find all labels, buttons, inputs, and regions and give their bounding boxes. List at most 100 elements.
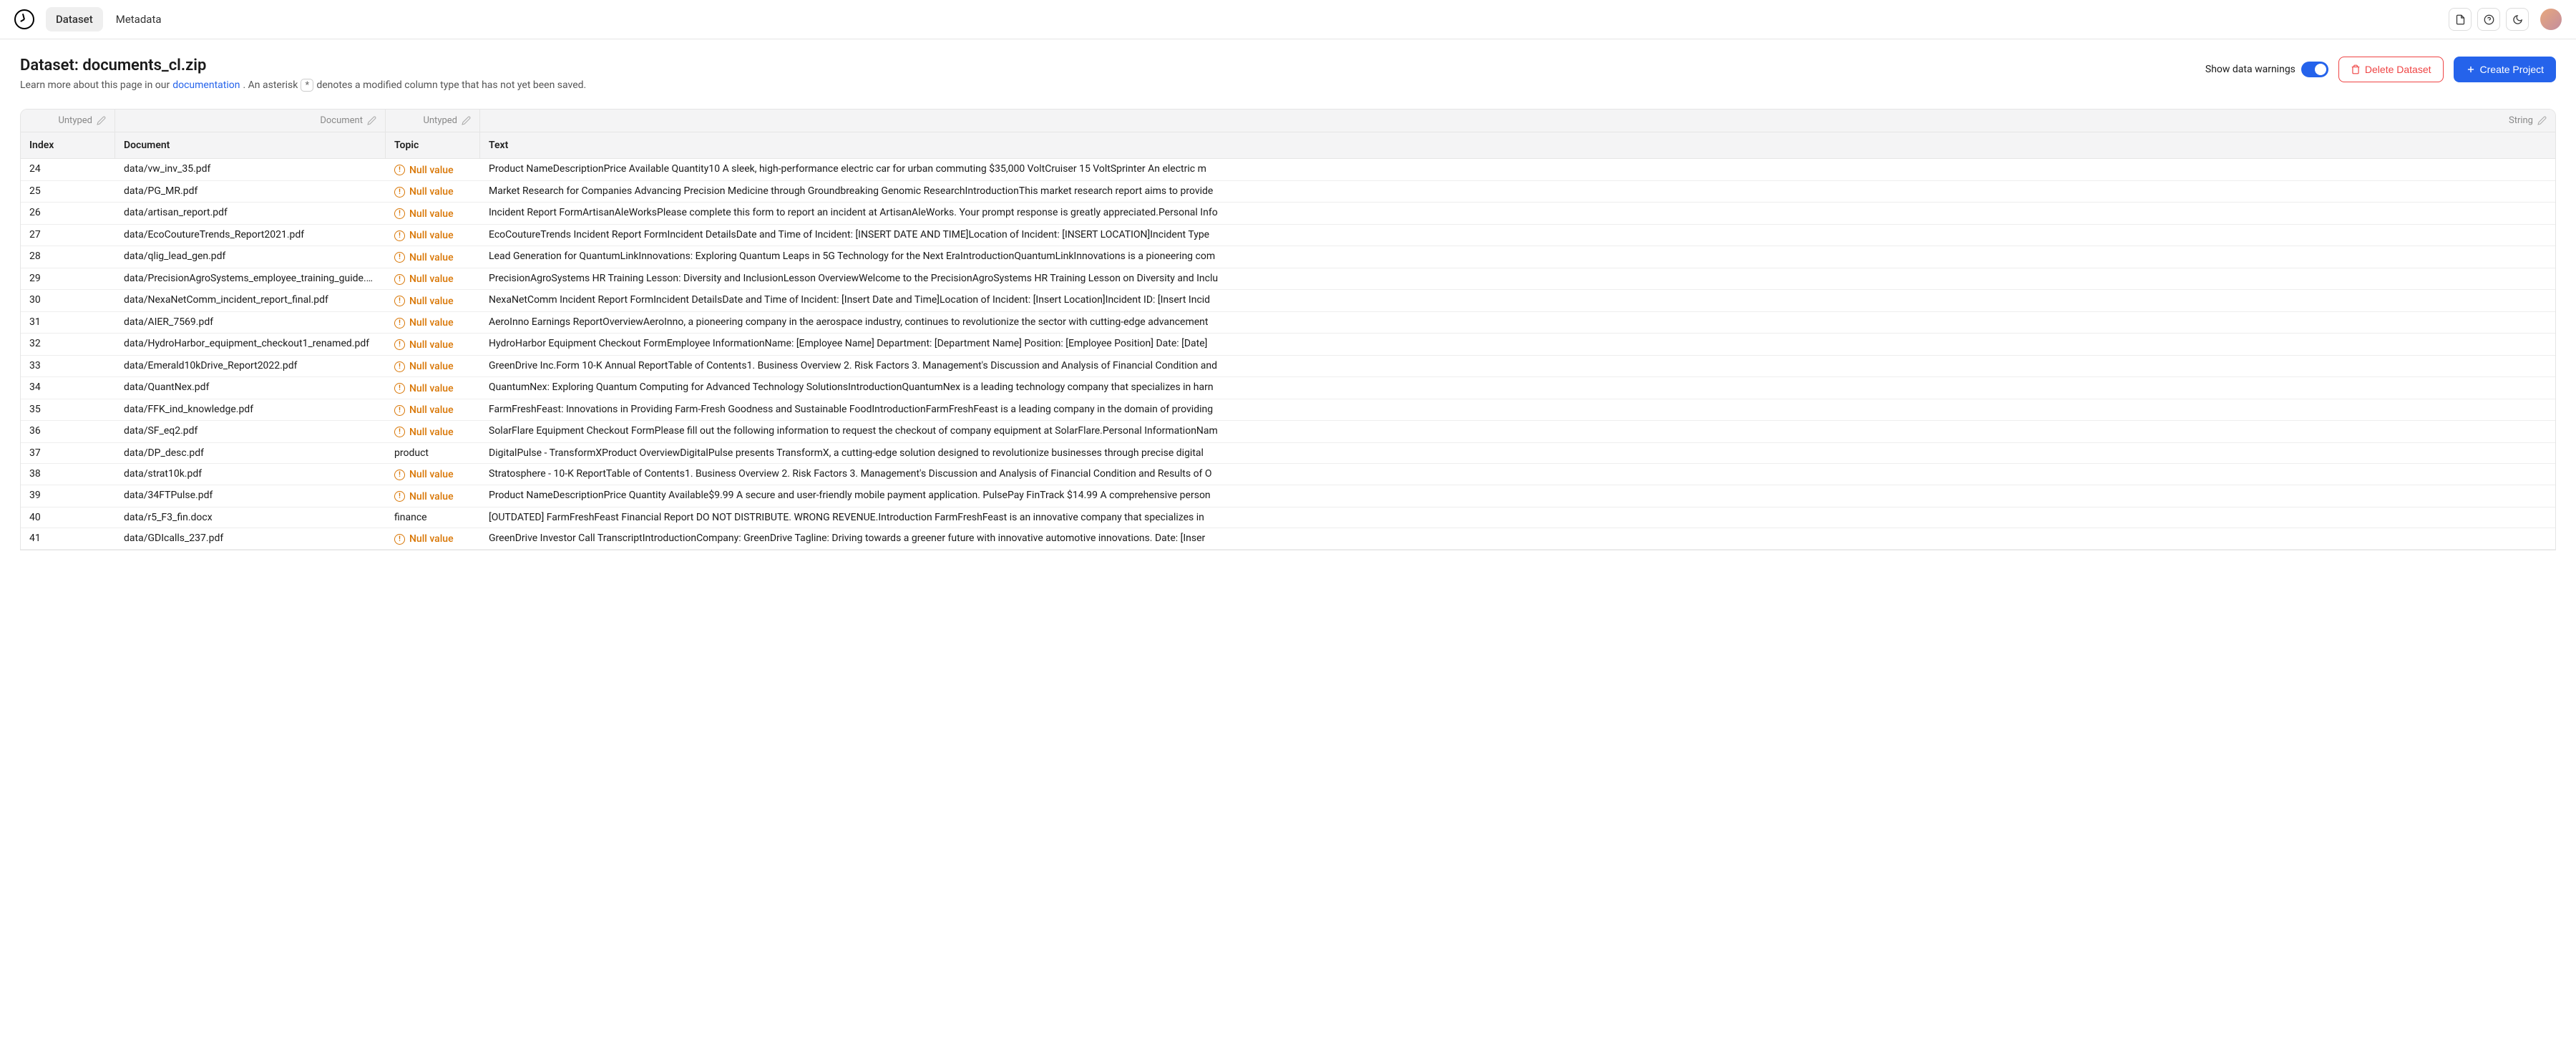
page-header: Dataset: documents_cl.zip Learn more abo… [0,39,2576,103]
cell-document: data/34FTPulse.pdf [115,485,386,507]
table-row[interactable]: 25data/PG_MR.pdf!Null valueMarket Resear… [21,181,2555,203]
null-value: !Null value [394,383,454,394]
cell-document: data/GDIcalls_237.pdf [115,528,386,550]
cell-topic: product [386,443,480,463]
null-value: !Null value [394,273,454,285]
cell-topic: !Null value [386,421,480,442]
table-row[interactable]: 35data/FFK_ind_knowledge.pdf!Null valueF… [21,399,2555,422]
nav-tabs: Dataset Metadata [46,7,172,31]
null-value: !Null value [394,165,454,176]
warning-icon: ! [394,187,405,198]
cell-text: Lead Generation for QuantumLinkInnovatio… [480,246,2555,268]
cell-text: Product NameDescriptionPrice Available Q… [480,159,2555,180]
page-subtitle: Learn more about this page in our docume… [20,79,586,92]
null-value: !Null value [394,533,454,545]
header-index[interactable]: Index [21,132,115,158]
table-row[interactable]: 24data/vw_inv_35.pdf!Null valueProduct N… [21,159,2555,181]
table-head: Untyped Document Untyped String Index Do… [21,110,2555,159]
null-value: !Null value [394,427,454,438]
cell-index: 26 [21,203,115,224]
tab-metadata[interactable]: Metadata [106,7,172,31]
type-cell-text[interactable]: String [480,110,2555,132]
cell-text: EcoCoutureTrends Incident Report FormInc… [480,225,2555,246]
cell-index: 27 [21,225,115,246]
cell-document: data/DP_desc.pdf [115,443,386,463]
cell-document: data/PG_MR.pdf [115,181,386,203]
cell-index: 40 [21,507,115,528]
null-value: !Null value [394,208,454,220]
user-avatar[interactable] [2540,9,2562,30]
page-title: Dataset: documents_cl.zip [20,57,586,74]
cell-document: data/PrecisionAgroSystems_employee_train… [115,268,386,290]
cell-index: 36 [21,421,115,442]
help-icon[interactable] [2477,8,2500,31]
cell-text: QuantumNex: Exploring Quantum Computing … [480,377,2555,399]
table-row[interactable]: 38data/strat10k.pdf!Null valueStratosphe… [21,464,2555,486]
cell-document: data/artisan_report.pdf [115,203,386,224]
cell-document: data/SF_eq2.pdf [115,421,386,442]
null-value: !Null value [394,296,454,307]
cell-topic: !Null value [386,181,480,203]
table-row[interactable]: 31data/AIER_7569.pdf!Null valueAeroInno … [21,312,2555,334]
moon-icon[interactable] [2506,8,2529,31]
warning-icon: ! [394,383,405,394]
topbar-right [2449,8,2562,31]
warning-icon: ! [394,491,405,502]
cell-text: PrecisionAgroSystems HR Training Lesson:… [480,268,2555,290]
table-row[interactable]: 30data/NexaNetComm_incident_report_final… [21,290,2555,312]
pencil-icon [462,116,471,125]
table-row[interactable]: 39data/34FTPulse.pdf!Null valueProduct N… [21,485,2555,507]
table-row[interactable]: 37data/DP_desc.pdfproductDigitalPulse - … [21,443,2555,464]
cell-document: data/QuantNex.pdf [115,377,386,399]
cell-topic: !Null value [386,225,480,246]
cell-text: DigitalPulse - TransformXProduct Overvie… [480,443,2555,463]
table-row[interactable]: 40data/r5_F3_fin.docxfinance[OUTDATED] F… [21,507,2555,528]
tab-dataset[interactable]: Dataset [46,7,103,31]
documentation-link[interactable]: documentation [172,79,240,91]
app-logo[interactable] [14,9,34,29]
table-row[interactable]: 41data/GDIcalls_237.pdf !Null value GreenD… [21,528,2555,550]
type-cell-topic[interactable]: Untyped [386,110,480,132]
null-value: !Null value [394,230,454,241]
cell-topic: !Null value [386,290,480,311]
cell-document: data/FFK_ind_knowledge.pdf [115,399,386,421]
header-document[interactable]: Document [115,132,386,158]
cell-text: NexaNetComm Incident Report FormIncident… [480,290,2555,311]
type-cell-index[interactable]: Untyped [21,110,115,132]
delete-dataset-button[interactable]: Delete Dataset [2338,57,2444,82]
cell-index: 30 [21,290,115,311]
table-row[interactable]: 29data/PrecisionAgroSystems_employee_tra… [21,268,2555,291]
warning-icon: ! [394,534,405,545]
show-warnings-label: Show data warnings [2205,64,2296,75]
cell-index: 24 [21,159,115,180]
cell-topic: !Null value [386,464,480,485]
cell-index: 39 [21,485,115,507]
type-cell-document[interactable]: Document [115,110,386,132]
table-row[interactable]: 34data/QuantNex.pdf!Null valueQuantumNex… [21,377,2555,399]
warning-icon: ! [394,427,405,437]
warning-icon: ! [394,274,405,285]
null-value: !Null value [394,317,454,329]
header-topic[interactable]: Topic [386,132,480,158]
cell-index: 32 [21,334,115,355]
table-row[interactable]: 27data/EcoCoutureTrends_Report2021.pdf!N… [21,225,2555,247]
table-row[interactable]: 36data/SF_eq2.pdf!Null valueSolarFlare E… [21,421,2555,443]
cell-topic: !Null value [386,312,480,334]
table-row[interactable]: 32data/HydroHarbor_equipment_checkout1_r… [21,334,2555,356]
cell-text: GreenDrive Investor Call TranscriptIntro… [480,528,2555,550]
null-value: !Null value [394,491,454,502]
cell-index: 31 [21,312,115,334]
header-text[interactable]: Text [480,132,2555,158]
cell-index: 29 [21,268,115,290]
table-row[interactable]: 26data/artisan_report.pdf!Null valueInci… [21,203,2555,225]
table-row[interactable]: 33data/Emerald10kDrive_Report2022.pdf!Nu… [21,356,2555,378]
cell-index: 41 [21,528,115,550]
table-row[interactable]: 28data/qlig_lead_gen.pdf!Null valueLead … [21,246,2555,268]
create-project-button[interactable]: Create Project [2454,57,2556,82]
file-icon[interactable] [2449,8,2472,31]
plus-icon [2466,64,2476,74]
show-warnings-toggle[interactable] [2301,62,2328,77]
asterisk-badge: * [301,79,313,92]
null-value: !Null value [394,404,454,416]
null-value: !Null value [394,361,454,372]
